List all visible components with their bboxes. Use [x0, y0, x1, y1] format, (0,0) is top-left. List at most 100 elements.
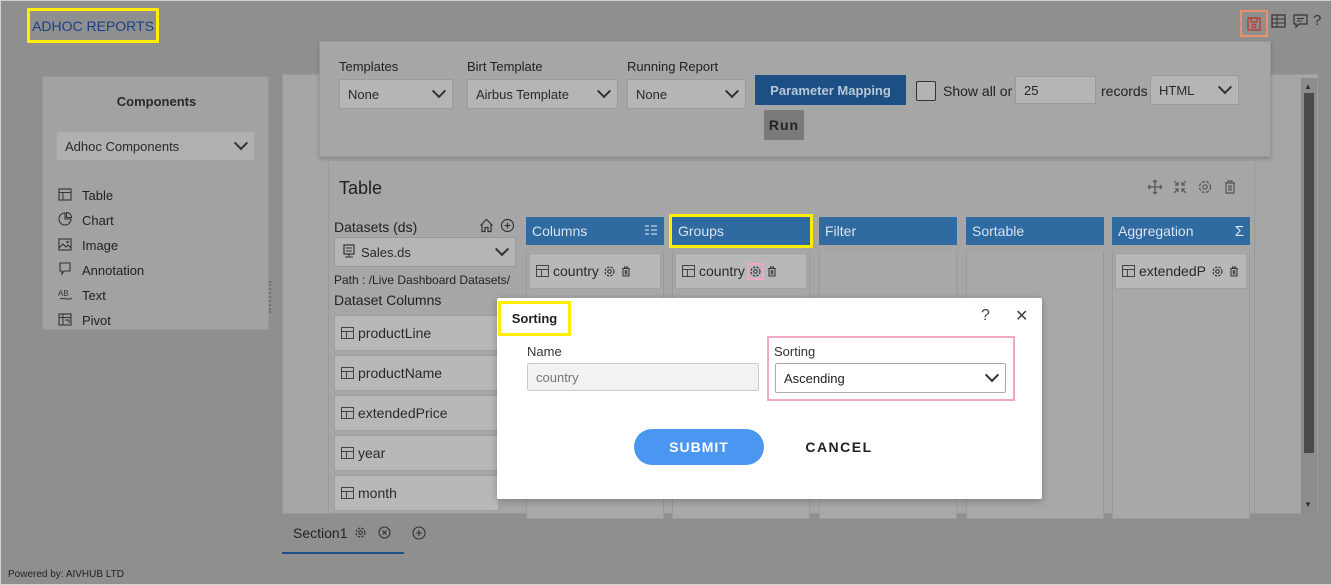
- component-item-text[interactable]: AB Text: [58, 283, 258, 308]
- sorting-select[interactable]: Ascending: [775, 363, 1006, 393]
- item-delete-trash-icon[interactable]: [766, 265, 778, 278]
- tab-section1[interactable]: Section1: [282, 515, 404, 554]
- show-all-checkbox[interactable]: [916, 81, 936, 101]
- item-settings-gear-icon[interactable]: [603, 265, 616, 278]
- dialog-help-icon[interactable]: ?: [981, 307, 990, 325]
- zone-aggregation[interactable]: Aggregation Σ extendedPı: [1112, 217, 1250, 519]
- zone-header: Sortable: [966, 217, 1104, 245]
- component-item-table[interactable]: Table: [58, 183, 258, 208]
- item-settings-gear-icon[interactable]: [746, 262, 764, 280]
- item-delete-trash-icon[interactable]: [620, 265, 632, 278]
- parameter-mapping-button[interactable]: Parameter Mapping: [755, 75, 906, 105]
- component-item-label: Chart: [82, 213, 114, 228]
- home-icon[interactable]: [479, 218, 494, 236]
- templates-select[interactable]: None: [339, 79, 453, 109]
- report-toolbar: Templates None Birt Template Airbus Temp…: [319, 41, 1271, 157]
- sorting-value: Ascending: [784, 370, 845, 386]
- zone-header: Columns: [526, 217, 664, 245]
- submit-button[interactable]: SUBMIT: [634, 429, 764, 465]
- records-input[interactable]: 25: [1015, 76, 1096, 104]
- add-dataset-icon[interactable]: [500, 218, 515, 236]
- component-item-annotation[interactable]: Annotation: [58, 258, 258, 283]
- dataset-column-label: month: [358, 485, 397, 501]
- scroll-down-icon[interactable]: ▼: [1304, 500, 1312, 509]
- format-select[interactable]: HTML: [1150, 75, 1239, 105]
- zone-item-label: country: [699, 263, 745, 279]
- canvas-scrollbar[interactable]: ▲ ▼: [1301, 78, 1317, 514]
- components-dropdown-value: Adhoc Components: [65, 138, 180, 154]
- zone-item[interactable]: country: [675, 253, 807, 289]
- annotation-icon: [58, 262, 74, 279]
- zone-item[interactable]: extendedPı: [1115, 253, 1247, 289]
- settings-gear-icon[interactable]: [1197, 179, 1213, 198]
- birt-template-value: Airbus Template: [476, 86, 569, 102]
- cancel-button[interactable]: CANCEL: [799, 429, 879, 465]
- section-tab-label: Section1: [293, 525, 348, 541]
- chevron-down-icon: [724, 84, 740, 99]
- dataset-column-item[interactable]: extendedPrice: [334, 395, 499, 431]
- scroll-up-icon[interactable]: ▲: [1304, 82, 1312, 91]
- birt-template-select[interactable]: Airbus Template: [467, 79, 618, 109]
- section-settings-gear-icon[interactable]: [354, 526, 367, 542]
- components-list: Table Chart Image Annotation AB Text Pivot: [58, 183, 258, 333]
- component-item-chart[interactable]: Chart: [58, 208, 258, 233]
- collapse-icon[interactable]: [1172, 179, 1188, 198]
- item-settings-gear-icon[interactable]: [1211, 265, 1224, 278]
- comment-icon[interactable]: [1293, 14, 1308, 32]
- save-report-icon[interactable]: [1240, 10, 1268, 37]
- dataset-column-item[interactable]: productLine: [334, 315, 499, 351]
- templates-label: Templates: [339, 59, 399, 74]
- components-dropdown[interactable]: Adhoc Components: [56, 131, 255, 161]
- widget-actions: [1147, 179, 1238, 198]
- delete-trash-icon[interactable]: [1222, 179, 1238, 198]
- component-item-label: Annotation: [82, 263, 145, 278]
- dialog-title-box: Sorting: [498, 301, 571, 336]
- move-icon[interactable]: [1147, 179, 1163, 198]
- records-label: records: [1101, 83, 1148, 99]
- help-icon[interactable]: ?: [1313, 12, 1321, 29]
- name-field[interactable]: [527, 363, 759, 391]
- sorting-field-box: Sorting Ascending: [767, 336, 1015, 401]
- zone-item[interactable]: country: [529, 253, 661, 289]
- dataset-column-label: extendedPrice: [358, 405, 448, 421]
- svg-text:AB: AB: [58, 289, 69, 298]
- format-value: HTML: [1159, 82, 1195, 98]
- component-item-label: Pivot: [82, 313, 111, 328]
- running-report-select[interactable]: None: [627, 79, 746, 109]
- list-menu-icon[interactable]: [644, 223, 658, 239]
- chevron-down-icon: [431, 84, 447, 99]
- sigma-icon[interactable]: Σ: [1235, 223, 1244, 240]
- component-item-label: Image: [82, 238, 119, 253]
- running-report-value: None: [636, 86, 668, 102]
- column-table-icon: [341, 327, 354, 339]
- add-section-icon[interactable]: [412, 526, 426, 543]
- component-item-label: Text: [82, 288, 106, 303]
- dataset-select[interactable]: Sales.ds: [334, 237, 516, 267]
- dataset-column-item[interactable]: year: [334, 435, 499, 471]
- scroll-thumb[interactable]: [1304, 93, 1314, 453]
- dataset-columns-list: productLine productName extendedPrice year m…: [334, 315, 499, 515]
- component-item-pivot[interactable]: Pivot: [58, 308, 258, 333]
- panel-resize-handle[interactable]: [269, 281, 273, 313]
- dataset-actions: [479, 218, 515, 236]
- chevron-down-icon: [984, 368, 1000, 383]
- item-delete-trash-icon[interactable]: [1228, 265, 1240, 278]
- section-close-icon[interactable]: [378, 526, 391, 542]
- app-title[interactable]: ADHOC REPORTS: [32, 18, 154, 34]
- pivot-icon: [58, 312, 74, 329]
- dataset-column-item[interactable]: productName: [334, 355, 499, 391]
- chevron-down-icon: [1217, 80, 1233, 95]
- zone-header: Aggregation Σ: [1112, 217, 1250, 245]
- column-table-icon: [341, 487, 354, 499]
- run-button[interactable]: Run: [764, 110, 804, 140]
- component-item-image[interactable]: Image: [58, 233, 258, 258]
- components-title: Components: [116, 94, 197, 109]
- dataset-column-item[interactable]: month: [334, 475, 499, 511]
- column-table-icon: [341, 367, 354, 379]
- app-title-box: ADHOC REPORTS: [27, 8, 159, 43]
- birt-template-label: Birt Template: [467, 59, 543, 74]
- grid-view-icon[interactable]: [1271, 14, 1286, 31]
- dataset-column-label: productLine: [358, 325, 432, 341]
- dialog-close-icon[interactable]: ✕: [1015, 306, 1028, 326]
- show-all-label: Show all or: [943, 83, 1013, 99]
